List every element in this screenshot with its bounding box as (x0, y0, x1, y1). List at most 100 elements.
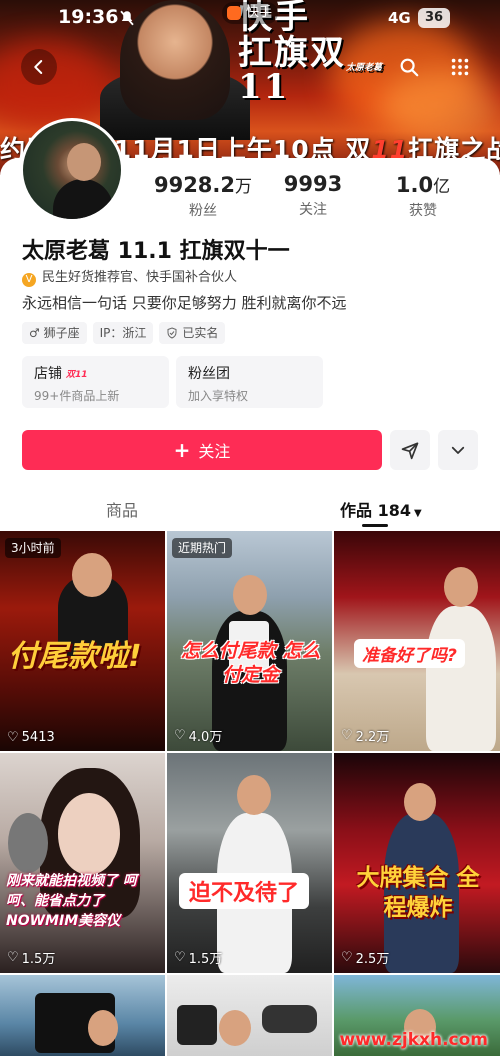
stat-fans-value: 9928.2 (153, 173, 236, 197)
video-4-likes-count: 1.5万 (21, 952, 56, 967)
video-2-head (233, 575, 267, 615)
video-6-caption: 大牌集合 全程爆炸 (356, 865, 480, 921)
video-8-shoe (262, 1005, 317, 1033)
send-icon (401, 442, 419, 460)
shop-entry-title: 店铺 双11 (34, 363, 157, 383)
fan-club-desc: 加入享特权 (188, 389, 249, 403)
profile-screen: 快手 扛旗双11 太原老葛 约原老葛 11月1日上午10点 双11扛旗之战不见 … (0, 0, 500, 1056)
video-tile-4[interactable]: 刚来就能拍视频了 呵呵、能省点力了 NOWMIM美容仪 ♡ 1.5万 (0, 753, 165, 973)
shop-entry-label: 店铺 (34, 366, 62, 382)
bell-mute-icon (120, 10, 134, 26)
video-2-likes-count: 4.0万 (188, 730, 223, 745)
more-button[interactable] (442, 49, 478, 85)
follow-button[interactable]: + 关注 (22, 430, 382, 470)
stat-likes-label: 获赞 (409, 203, 437, 219)
fan-club-entry[interactable]: 粉丝团 加入享特权 (176, 356, 323, 408)
kuaishou-logo-icon (227, 6, 241, 20)
back-button[interactable] (21, 49, 57, 85)
slogan-signature: 太原老葛 (345, 63, 382, 73)
caret-down-icon: ▼ (413, 508, 422, 519)
video-4-likes: ♡ 1.5万 (7, 948, 55, 967)
video-2-badge: 近期热门 (172, 538, 233, 558)
chevron-down-icon (451, 446, 465, 454)
certification-line[interactable]: V 民生好货推荐官、快手国补合伙人 (22, 266, 237, 287)
stat-following[interactable]: 9993 关注 (276, 172, 350, 219)
stat-likes[interactable]: 1.0亿 获赞 (386, 172, 460, 220)
tag-zodiac: ♂ 狮子座 (22, 322, 87, 344)
stat-fans-label: 粉丝 (189, 203, 217, 219)
profile-name: 太原老葛 11.1 扛旗双十一 (22, 239, 290, 264)
shop-entry-desc: 99+件商品上新 (34, 389, 120, 403)
stat-fans-unit: 万 (235, 177, 253, 197)
plus-icon: + (173, 438, 191, 462)
network-indicator: 4G (388, 9, 411, 27)
status-time: 19:36 (58, 6, 119, 28)
video-5-head (237, 775, 271, 815)
video-tile-1[interactable]: 付尾款啦! 3小时前 ♡ 5413 (0, 531, 165, 751)
video-7-head (88, 1010, 118, 1046)
search-button[interactable] (391, 49, 427, 85)
stat-likes-value: 1.0 (395, 173, 434, 197)
tag-ip-label: IP：浙江 (99, 326, 147, 340)
video-3-likes: ♡ 2.2万 (341, 726, 389, 745)
fan-club-title: 粉丝团 (188, 363, 311, 383)
video-4-face (58, 793, 120, 875)
video-5-likes: ♡ 1.5万 (174, 948, 222, 967)
video-tile-8[interactable] (167, 975, 332, 1056)
video-6-head (404, 783, 436, 821)
kuaishou-badge-label: 快手 (246, 5, 273, 20)
video-8-product (177, 1005, 217, 1045)
fan-club-label: 粉丝团 (188, 366, 230, 382)
tab-active-indicator (362, 524, 388, 527)
double11-badge: 双11 (66, 369, 88, 380)
heart-icon: ♡ (174, 950, 186, 965)
stat-following-value: 9993 (283, 172, 343, 196)
heart-icon: ♡ (174, 728, 186, 743)
video-tile-5[interactable]: 迫不及待了 ♡ 1.5万 (167, 753, 332, 973)
heart-icon: ♡ (341, 728, 353, 743)
stat-fans-number: 9928.2万 (150, 172, 256, 197)
avatar-face (67, 143, 101, 181)
video-tile-3[interactable]: 准备好了吗? ♡ 2.2万 (334, 531, 500, 751)
shop-entry[interactable]: 店铺 双11 99+件商品上新 (22, 356, 169, 408)
profile-entry-boxes: 店铺 双11 99+件商品上新 粉丝团 加入享特权 (22, 356, 323, 408)
video-tile-6[interactable]: 大牌集合 全程爆炸 ♡ 2.5万 (334, 753, 500, 973)
more-grid-icon (451, 58, 469, 76)
profile-tags: ♂ 狮子座 IP：浙江 已实名 (22, 322, 226, 344)
video-6-likes: ♡ 2.5万 (341, 948, 389, 967)
beauty-device-icon (8, 813, 48, 873)
video-1-head (72, 553, 112, 597)
battery-indicator: 36 (418, 8, 450, 28)
status-bar: 19:36 快手 4G 36 (0, 0, 500, 36)
tab-shop[interactable]: 商品 (106, 497, 138, 521)
follow-button-label: 关注 (198, 442, 231, 461)
video-5-caption: 迫不及待了 (179, 873, 310, 909)
avatar-shirt (53, 179, 113, 219)
share-button[interactable] (390, 430, 430, 470)
video-tile-7[interactable] (0, 975, 165, 1056)
video-1-likes-count: 5413 (21, 730, 55, 745)
certification-text: 民生好货推荐官、快手国补合伙人 (42, 270, 238, 285)
stat-likes-number: 1.0亿 (386, 172, 460, 197)
tab-works-label: 作品 184 (340, 501, 411, 520)
heart-icon: ♡ (341, 950, 353, 965)
profile-bio: 永远相信一句话 只要你足够努力 胜利就离你不远 (22, 294, 347, 312)
heart-icon: ♡ (7, 950, 19, 965)
heart-icon: ♡ (7, 730, 19, 745)
video-1-likes: ♡ 5413 (7, 730, 55, 745)
video-6-likes-count: 2.5万 (355, 952, 390, 967)
avatar[interactable] (20, 118, 124, 222)
site-watermark: www.zjkxh.com (339, 1030, 488, 1050)
video-3-caption: 准备好了吗? (354, 639, 465, 668)
tab-works[interactable]: 作品 184 ▼ (340, 497, 422, 521)
tag-realname[interactable]: 已实名 (159, 322, 226, 344)
tag-zodiac-label: ♂ 狮子座 (29, 326, 80, 340)
tag-realname-label: 已实名 (182, 326, 219, 340)
kuaishou-badge: 快手 (222, 2, 279, 24)
stat-likes-unit: 亿 (433, 177, 451, 197)
stat-fans[interactable]: 9928.2万 粉丝 (150, 172, 256, 220)
video-3-likes-count: 2.2万 (355, 730, 390, 745)
expand-button[interactable] (438, 430, 478, 470)
video-tile-2[interactable]: 怎么付尾款 怎么付定金 近期热门 ♡ 4.0万 (167, 531, 332, 751)
search-icon (400, 58, 419, 77)
